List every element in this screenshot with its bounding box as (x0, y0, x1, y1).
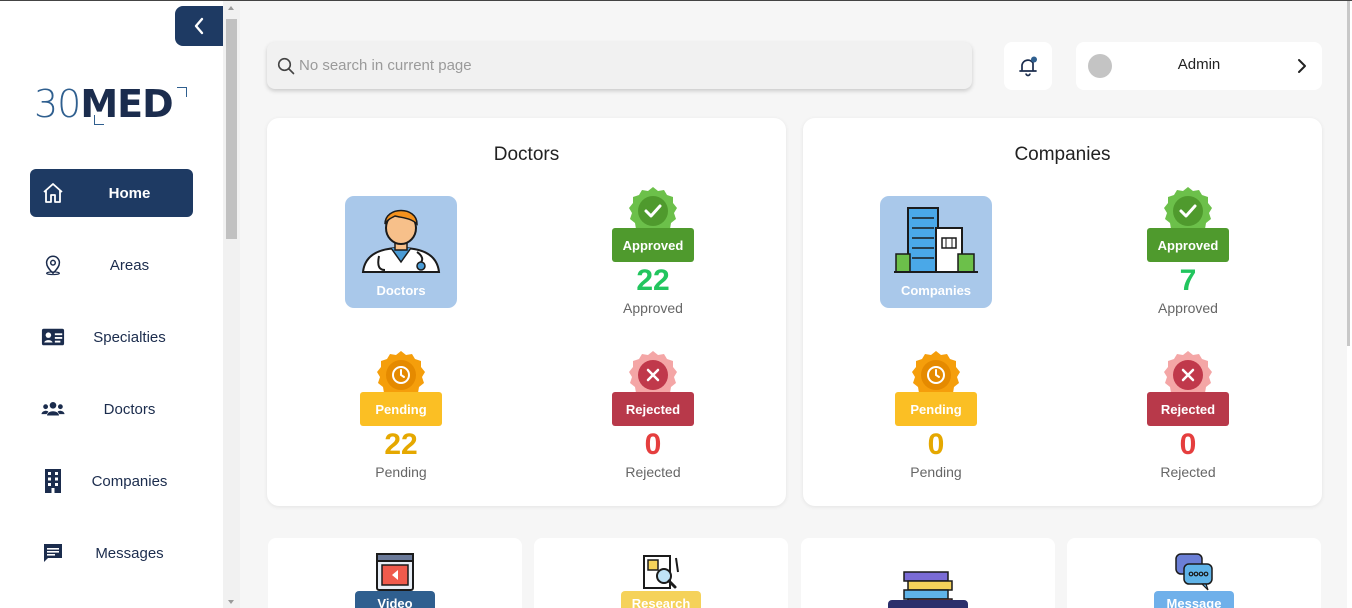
badge-ribbon: Pending (895, 392, 977, 426)
scroll-up-arrow-icon[interactable] (228, 6, 234, 10)
main-scroll-thumb[interactable] (1347, 1, 1350, 346)
badge-ribbon: Pending (360, 392, 442, 426)
tile-label: Video (355, 591, 435, 608)
video-tile[interactable]: Video (268, 538, 522, 608)
research-icon (643, 555, 679, 589)
hero-label: Companies (900, 283, 972, 298)
companies-rejected-stat[interactable]: Rejected 0 Rejected (1118, 349, 1258, 480)
sidebar-item-specialties[interactable]: Specialties (30, 313, 193, 361)
home-icon (41, 181, 65, 205)
chevron-left-icon (194, 17, 204, 35)
badge-ribbon: Rejected (1147, 392, 1229, 426)
badge-ribbon: Rejected (612, 392, 694, 426)
rejected-badge: Rejected (1147, 349, 1229, 429)
rejected-count: 0 (1179, 428, 1197, 461)
main-scrollbar[interactable] (1347, 1, 1352, 608)
tile-label: Research (621, 591, 701, 608)
search-bar (267, 42, 972, 89)
pending-count: 22 (384, 428, 418, 461)
message-tile[interactable]: Message (1067, 538, 1321, 608)
message-icon (41, 541, 65, 565)
building-icon (41, 469, 65, 493)
logo-number: 30 (34, 82, 81, 126)
rejected-caption: Rejected (1160, 464, 1216, 480)
app-logo: 30 MED (34, 82, 187, 126)
library-tile[interactable] (801, 538, 1055, 608)
chevron-right-icon (1298, 59, 1306, 73)
doctors-pending-stat[interactable]: Pending 22 Pending (331, 349, 471, 480)
card-title: Doctors (493, 144, 560, 165)
avatar (1088, 54, 1112, 78)
search-icon (277, 57, 295, 75)
hero-label: Doctors (376, 283, 426, 298)
doctors-approved-stat[interactable]: Approved 22 Approved (583, 185, 723, 316)
user-name: Admin (1177, 56, 1221, 73)
approved-count: 7 (1179, 264, 1197, 297)
logo-corner (177, 87, 187, 97)
pending-count: 0 (927, 428, 945, 461)
map-pin-icon (41, 253, 65, 277)
collapse-sidebar-button[interactable] (175, 6, 223, 46)
approved-caption: Approved (623, 300, 683, 316)
sidebar: 30 MED Home Areas Specialties Doctors Co… (0, 1, 240, 608)
sidebar-item-doctors[interactable]: Doctors (30, 385, 193, 433)
sidebar-item-label: Specialties (93, 328, 166, 346)
badge-ribbon: Approved (1147, 228, 1229, 262)
sidebar-item-areas[interactable]: Areas (30, 241, 193, 289)
card-title: Companies (1014, 144, 1111, 165)
sidebar-item-companies[interactable]: Companies (30, 457, 193, 505)
sidebar-item-home[interactable]: Home (30, 169, 193, 217)
sidebar-nav: Home Areas Specialties Doctors Companies (30, 169, 193, 601)
companies-hero-tile[interactable]: Companies (880, 196, 992, 308)
search-input[interactable] (299, 52, 959, 79)
sidebar-item-messages[interactable]: Messages (30, 529, 193, 577)
bell-icon (1019, 56, 1037, 77)
pending-caption: Pending (910, 464, 962, 480)
approved-count: 22 (636, 264, 670, 297)
pending-badge: Pending (360, 349, 442, 429)
approved-caption: Approved (1158, 300, 1218, 316)
notifications-button[interactable] (1004, 42, 1052, 90)
pending-badge: Pending (895, 349, 977, 429)
sidebar-item-label: Messages (95, 544, 164, 562)
logo-corner (94, 115, 104, 125)
tile-label (888, 600, 968, 608)
doctors-rejected-stat[interactable]: Rejected 0 Rejected (583, 349, 723, 480)
badge-ribbon: Approved (612, 228, 694, 262)
pending-caption: Pending (375, 464, 427, 480)
sidebar-item-label: Home (108, 184, 151, 202)
id-card-icon (41, 325, 65, 349)
rejected-count: 0 (644, 428, 662, 461)
sidebar-item-label: Doctors (103, 400, 156, 418)
approved-badge: Approved (612, 185, 694, 265)
doctors-hero-tile[interactable]: Doctors (345, 196, 457, 308)
sidebar-item-label: Areas (109, 256, 150, 274)
research-tile[interactable]: Research (534, 538, 788, 608)
sidebar-scroll-thumb[interactable] (226, 19, 237, 239)
companies-approved-stat[interactable]: Approved 7 Approved (1118, 185, 1258, 316)
rejected-badge: Rejected (612, 349, 694, 429)
sidebar-item-label: Companies (91, 472, 168, 490)
rejected-caption: Rejected (625, 464, 681, 480)
video-player-icon (376, 553, 414, 591)
scroll-down-arrow-icon[interactable] (228, 600, 234, 604)
users-icon (41, 397, 65, 421)
user-menu[interactable]: Admin (1076, 42, 1322, 90)
companies-stats-card: Companies Companies Approved 7 Approved … (803, 118, 1322, 506)
chat-bubbles-icon (1175, 553, 1213, 591)
companies-pending-stat[interactable]: Pending 0 Pending (866, 349, 1006, 480)
tile-label: Message (1154, 591, 1234, 608)
sidebar-scrollbar[interactable] (223, 1, 240, 608)
approved-badge: Approved (1147, 185, 1229, 265)
doctors-stats-card: Doctors Doctors Approved 22 Approved Pen… (267, 118, 786, 506)
